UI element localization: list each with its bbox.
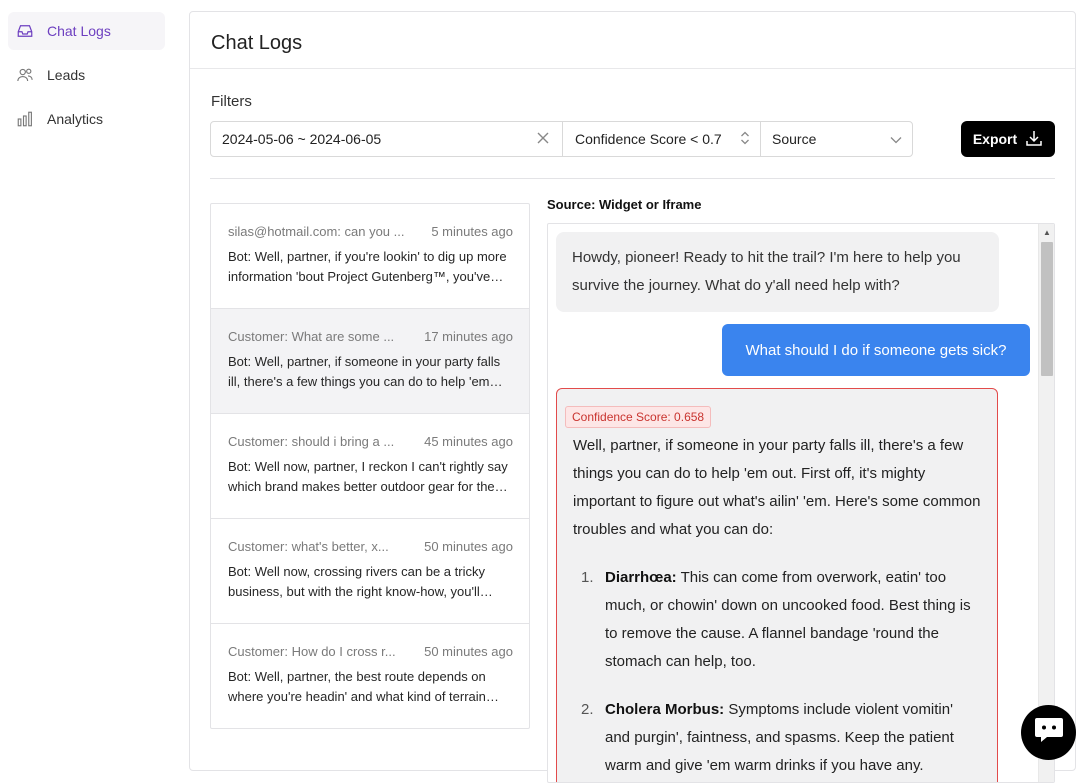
inbox-icon bbox=[16, 22, 34, 40]
sidebar-item-label: Leads bbox=[47, 67, 86, 83]
chat-transcript[interactable]: Howdy, pioneer! Ready to hit the trail? … bbox=[547, 223, 1055, 783]
up-down-chevron-icon bbox=[740, 130, 750, 149]
list-term: Cholera Morbus: bbox=[605, 701, 725, 718]
list-number: 2. bbox=[581, 701, 594, 718]
conversation-time: 45 minutes ago bbox=[424, 434, 513, 449]
conversation-time: 50 minutes ago bbox=[424, 539, 513, 554]
download-icon bbox=[1025, 129, 1043, 150]
conversation-preview: Bot: Well now, partner, I reckon I can't… bbox=[228, 459, 508, 494]
source-filter-value: Source bbox=[772, 131, 817, 147]
sidebar-item-label: Analytics bbox=[47, 111, 104, 127]
sidebar-item-chat-logs[interactable]: Chat Logs bbox=[8, 12, 165, 50]
conversation-title: Customer: what's better, x... bbox=[228, 539, 389, 554]
conversation-list: silas@hotmail.com: can you ... 5 minutes … bbox=[210, 203, 530, 729]
bar-chart-icon bbox=[16, 110, 34, 128]
confidence-badge: Confidence Score: 0.658 bbox=[565, 406, 712, 428]
scroll-thumb[interactable] bbox=[1041, 242, 1053, 376]
date-range-picker[interactable]: 2024-05-06 ~ 2024-06-05 bbox=[210, 121, 563, 157]
confidence-filter-select[interactable]: Confidence Score < 0.7 bbox=[562, 121, 761, 157]
sidebar: Chat Logs Leads Analytics bbox=[0, 0, 180, 758]
answer-intro: Well, partner, if someone in your party … bbox=[573, 437, 981, 538]
list-item[interactable]: Customer: What are some ... 17 minutes ag… bbox=[211, 309, 529, 414]
chevron-down-icon bbox=[890, 131, 902, 147]
confidence-filter-value: Confidence Score < 0.7 bbox=[575, 131, 722, 147]
conversation-preview: Bot: Well, partner, if someone in your p… bbox=[228, 354, 501, 389]
chat-source-title: Source: Widget or Iframe bbox=[547, 197, 702, 212]
conversation-preview: Bot: Well, partner, the best route depen… bbox=[228, 669, 486, 704]
chat-widget-button[interactable] bbox=[1021, 705, 1076, 760]
conversation-time: 17 minutes ago bbox=[424, 329, 513, 344]
date-range-value: 2024-05-06 ~ 2024-06-05 bbox=[222, 131, 382, 147]
bot-message: Howdy, pioneer! Ready to hit the trail? … bbox=[556, 232, 999, 312]
list-item[interactable]: Customer: How do I cross r... 50 minutes … bbox=[211, 624, 529, 728]
list-item[interactable]: silas@hotmail.com: can you ... 5 minutes … bbox=[211, 204, 529, 309]
filter-row: 2024-05-06 ~ 2024-06-05 Confidence Score… bbox=[210, 121, 913, 157]
export-button[interactable]: Export bbox=[961, 121, 1055, 157]
conversation-preview: Bot: Well, partner, if you're lookin' to… bbox=[228, 249, 507, 284]
users-icon bbox=[16, 66, 34, 84]
conversation-title: Customer: should i bring a ... bbox=[228, 434, 395, 449]
sidebar-item-analytics[interactable]: Analytics bbox=[8, 100, 165, 138]
list-number: 1. bbox=[581, 569, 594, 586]
scrollbar[interactable]: ▲ bbox=[1038, 224, 1054, 782]
list-item: 1. Diarrhœa: This can come from overwork… bbox=[581, 564, 981, 676]
flagged-bot-message: Confidence Score: 0.658 Well, partner, i… bbox=[556, 388, 998, 782]
divider bbox=[210, 178, 1055, 179]
chat-bubble-icon bbox=[1033, 715, 1065, 750]
chat-logs-panel: Chat Logs Filters 2024-05-06 ~ 2024-06-0… bbox=[189, 11, 1076, 783]
conversation-title: Customer: What are some ... bbox=[228, 329, 395, 344]
scroll-up-arrow-icon[interactable]: ▲ bbox=[1039, 224, 1054, 240]
conversation-time: 5 minutes ago bbox=[431, 224, 513, 239]
page-title: Chat Logs bbox=[190, 12, 1075, 69]
export-button-label: Export bbox=[972, 131, 1018, 147]
list-term: Diarrhœa: bbox=[605, 569, 677, 586]
clear-icon[interactable] bbox=[536, 131, 550, 148]
answer-list: 1. Diarrhœa: This can come from overwork… bbox=[573, 564, 981, 780]
conversation-title: Customer: How do I cross r... bbox=[228, 644, 396, 659]
sidebar-item-label: Chat Logs bbox=[47, 23, 111, 39]
list-item[interactable]: Customer: should i bring a ... 45 minutes… bbox=[211, 414, 529, 519]
conversation-time: 50 minutes ago bbox=[424, 644, 513, 659]
conversation-preview: Bot: Well now, crossing rivers can be a … bbox=[228, 564, 485, 599]
list-item[interactable]: Customer: what's better, x... 50 minutes … bbox=[211, 519, 529, 624]
list-item: 2. Cholera Morbus: Symptoms include viol… bbox=[581, 696, 981, 780]
conversation-title: silas@hotmail.com: can you ... bbox=[228, 224, 405, 239]
filters-label: Filters bbox=[211, 93, 252, 110]
sidebar-item-leads[interactable]: Leads bbox=[8, 56, 165, 94]
source-filter-select[interactable]: Source bbox=[760, 121, 913, 157]
user-message: What should I do if someone gets sick? bbox=[722, 324, 1030, 376]
